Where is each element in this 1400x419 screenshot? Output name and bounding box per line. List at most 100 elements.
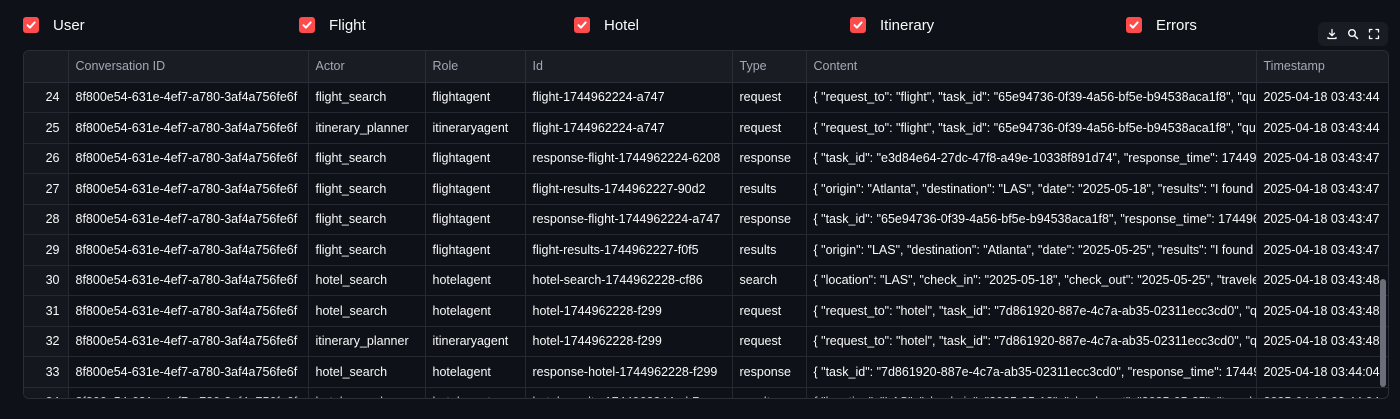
table-row[interactable]: 26 8f800e54-631e-4ef7-a780-3af4a756fe6f fl… — [24, 143, 1388, 174]
search-button[interactable] — [1344, 25, 1362, 43]
cell-actor[interactable]: hotel_search — [308, 295, 426, 327]
cell-timestamp[interactable]: 2025-04-18 03:43:48 — [1256, 326, 1388, 357]
cell-actor[interactable]: flight_search — [308, 82, 426, 113]
checkbox-errors[interactable] — [1126, 17, 1142, 33]
cell-timestamp[interactable]: 2025-04-18 03:43:44 — [1256, 82, 1388, 113]
cell-conversation-id[interactable]: 8f800e54-631e-4ef7-a780-3af4a756fe6f — [68, 387, 309, 398]
cell-type[interactable]: response — [732, 356, 807, 388]
cell-role[interactable]: flightagent — [425, 204, 526, 235]
cell-timestamp[interactable]: 2025-04-18 03:44:04 — [1256, 356, 1388, 388]
cell-content[interactable]: { "task_id": "7d861920-887e-4c7a-ab35-02… — [806, 356, 1257, 388]
cell-content[interactable]: { "location": "LAS", "check_in": "2025-0… — [806, 265, 1257, 296]
table-row[interactable]: 24 8f800e54-631e-4ef7-a780-3af4a756fe6f fl… — [24, 82, 1388, 113]
checkbox-itinerary[interactable] — [850, 17, 866, 33]
cell-actor[interactable]: hotel_search — [308, 356, 426, 388]
table-row[interactable]: 28 8f800e54-631e-4ef7-a780-3af4a756fe6f fl… — [24, 204, 1388, 235]
cell-id[interactable]: response-hotel-1744962228-f299 — [525, 356, 733, 388]
column-header-content[interactable]: Content — [806, 51, 1257, 83]
column-header-id[interactable]: Id — [525, 51, 733, 83]
cell-type[interactable]: request — [732, 295, 807, 327]
cell-type[interactable]: results — [732, 173, 807, 205]
cell-id[interactable]: hotel-results-1744962244-eb7e — [525, 387, 733, 398]
table-row[interactable]: 29 8f800e54-631e-4ef7-a780-3af4a756fe6f fl… — [24, 234, 1388, 266]
cell-id[interactable]: hotel-1744962228-f299 — [525, 295, 733, 327]
filter-errors[interactable]: Errors — [1126, 15, 1197, 35]
checkbox-hotel[interactable] — [574, 17, 590, 33]
cell-conversation-id[interactable]: 8f800e54-631e-4ef7-a780-3af4a756fe6f — [68, 143, 309, 174]
cell-type[interactable]: search — [732, 265, 807, 296]
cell-timestamp[interactable]: 2025-04-18 03:43:47 — [1256, 173, 1388, 205]
cell-timestamp[interactable]: 2025-04-18 03:43:47 — [1256, 204, 1388, 235]
cell-content[interactable]: { "task_id": "e3d84e64-27dc-47f8-a49e-10… — [806, 143, 1257, 174]
table-row[interactable]: 30 8f800e54-631e-4ef7-a780-3af4a756fe6f ho… — [24, 265, 1388, 296]
table-row[interactable]: 31 8f800e54-631e-4ef7-a780-3af4a756fe6f ho… — [24, 295, 1388, 327]
table-row[interactable]: 32 8f800e54-631e-4ef7-a780-3af4a756fe6f it… — [24, 326, 1388, 357]
cell-type[interactable]: results — [732, 234, 807, 266]
cell-type[interactable]: results — [732, 387, 807, 398]
cell-id[interactable]: response-flight-1744962224-a747 — [525, 204, 733, 235]
cell-timestamp[interactable]: 2025-04-18 03:43:47 — [1256, 143, 1388, 174]
cell-id[interactable]: response-flight-1744962224-6208 — [525, 143, 733, 174]
column-header-timestamp[interactable]: Timestamp — [1256, 51, 1388, 83]
cell-role[interactable]: flightagent — [425, 173, 526, 205]
cell-content[interactable]: { "location": "LAS", "check_in": "2025-0… — [806, 387, 1257, 398]
cell-role[interactable]: hotelagent — [425, 295, 526, 327]
cell-conversation-id[interactable]: 8f800e54-631e-4ef7-a780-3af4a756fe6f — [68, 265, 309, 296]
cell-conversation-id[interactable]: 8f800e54-631e-4ef7-a780-3af4a756fe6f — [68, 204, 309, 235]
cell-type[interactable]: response — [732, 204, 807, 235]
cell-id[interactable]: hotel-1744962228-f299 — [525, 326, 733, 357]
cell-conversation-id[interactable]: 8f800e54-631e-4ef7-a780-3af4a756fe6f — [68, 112, 309, 144]
cell-actor[interactable]: hotel_search — [308, 265, 426, 296]
cell-conversation-id[interactable]: 8f800e54-631e-4ef7-a780-3af4a756fe6f — [68, 173, 309, 205]
column-header-type[interactable]: Type — [732, 51, 807, 83]
column-header-conversation-id[interactable]: Conversation ID — [68, 51, 309, 83]
cell-id[interactable]: hotel-search-1744962228-cf86 — [525, 265, 733, 296]
cell-conversation-id[interactable]: 8f800e54-631e-4ef7-a780-3af4a756fe6f — [68, 295, 309, 327]
cell-id[interactable]: flight-1744962224-a747 — [525, 82, 733, 113]
cell-content[interactable]: { "request_to": "flight", "task_id": "65… — [806, 112, 1257, 144]
cell-role[interactable]: flightagent — [425, 143, 526, 174]
cell-content[interactable]: { "request_to": "flight", "task_id": "65… — [806, 82, 1257, 113]
table-row[interactable]: 27 8f800e54-631e-4ef7-a780-3af4a756fe6f fl… — [24, 173, 1388, 205]
cell-actor[interactable]: itinerary_planner — [308, 326, 426, 357]
cell-conversation-id[interactable]: 8f800e54-631e-4ef7-a780-3af4a756fe6f — [68, 356, 309, 388]
cell-actor[interactable]: flight_search — [308, 204, 426, 235]
cell-actor[interactable]: flight_search — [308, 173, 426, 205]
cell-timestamp[interactable]: 2025-04-18 03:43:48 — [1256, 265, 1388, 296]
column-header-role[interactable]: Role — [425, 51, 526, 83]
cell-id[interactable]: flight-results-1744962227-90d2 — [525, 173, 733, 205]
cell-content[interactable]: { "task_id": "65e94736-0f39-4a56-bf5e-b9… — [806, 204, 1257, 235]
checkbox-user[interactable] — [23, 17, 39, 33]
cell-role[interactable]: itineraryagent — [425, 326, 526, 357]
cell-role[interactable]: hotelagent — [425, 387, 526, 398]
cell-type[interactable]: request — [732, 82, 807, 113]
cell-id[interactable]: flight-1744962224-a747 — [525, 112, 733, 144]
table-row[interactable]: 348f800e54-631e-4ef7-a780-3af4a756fe6fho… — [24, 387, 1388, 398]
cell-timestamp[interactable]: 2025-04-18 03:43:47 — [1256, 234, 1388, 266]
cell-id[interactable]: flight-results-1744962227-f0f5 — [525, 234, 733, 266]
cell-timestamp[interactable]: 2025-04-18 03:44:04 — [1256, 387, 1388, 398]
cell-type[interactable]: response — [732, 143, 807, 174]
cell-timestamp[interactable]: 2025-04-18 03:43:48 — [1256, 295, 1388, 327]
filter-user[interactable]: User — [23, 15, 85, 35]
cell-role[interactable]: itineraryagent — [425, 112, 526, 144]
column-header-actor[interactable]: Actor — [308, 51, 426, 83]
filter-itinerary[interactable]: Itinerary — [850, 15, 934, 35]
cell-conversation-id[interactable]: 8f800e54-631e-4ef7-a780-3af4a756fe6f — [68, 326, 309, 357]
cell-actor[interactable]: hotel_search — [308, 387, 426, 398]
download-button[interactable] — [1323, 25, 1341, 43]
table-row[interactable]: 25 8f800e54-631e-4ef7-a780-3af4a756fe6f it… — [24, 112, 1388, 144]
cell-role[interactable]: flightagent — [425, 82, 526, 113]
cell-content[interactable]: { "origin": "Atlanta", "destination": "L… — [806, 173, 1257, 205]
filter-flight[interactable]: Flight — [299, 15, 366, 35]
cell-role[interactable]: hotelagent — [425, 356, 526, 388]
vertical-scrollbar[interactable] — [1380, 279, 1386, 387]
cell-content[interactable]: { "request_to": "hotel", "task_id": "7d8… — [806, 295, 1257, 327]
cell-type[interactable]: request — [732, 326, 807, 357]
cell-role[interactable]: hotelagent — [425, 265, 526, 296]
cell-actor[interactable]: flight_search — [308, 234, 426, 266]
data-grid[interactable]: Conversation ID Actor Role Id Type Conte… — [23, 50, 1389, 399]
checkbox-flight[interactable] — [299, 17, 315, 33]
cell-content[interactable]: { "origin": "LAS", "destination": "Atlan… — [806, 234, 1257, 266]
cell-timestamp[interactable]: 2025-04-18 03:43:44 — [1256, 112, 1388, 144]
